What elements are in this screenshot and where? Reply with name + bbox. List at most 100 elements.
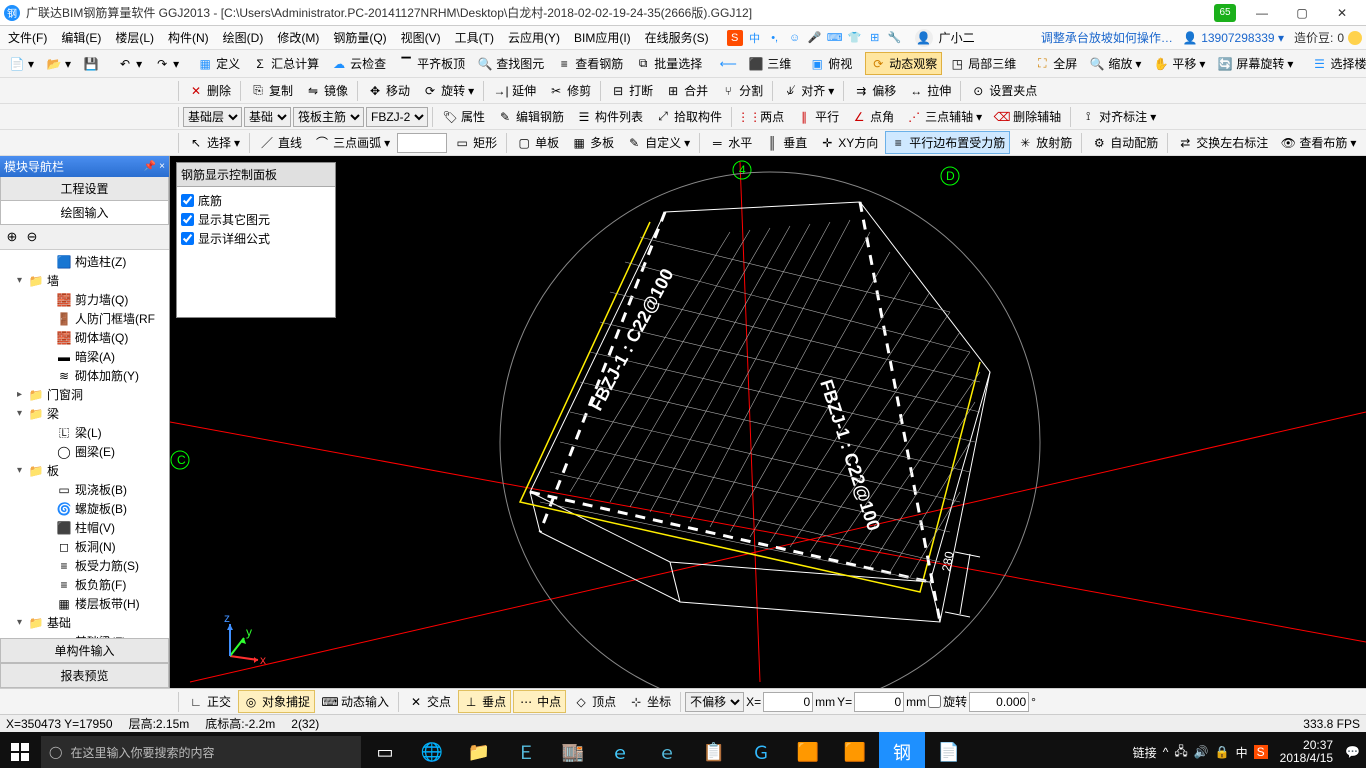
tree-node[interactable]: ▸📁门窗洞 bbox=[0, 385, 169, 404]
stretch-button[interactable]: ↔拉伸 bbox=[903, 79, 956, 102]
component-list-button[interactable]: ☰构件列表 bbox=[571, 105, 648, 128]
batch-select-button[interactable]: ⧉批量选择 bbox=[630, 52, 707, 75]
ime-icon-smile[interactable]: ☺ bbox=[787, 30, 803, 46]
phone-number[interactable]: 👤 13907298339 ▾ bbox=[1183, 31, 1284, 45]
view-layout-button[interactable]: 👁查看布筋▾ bbox=[1275, 131, 1361, 154]
menu-view[interactable]: 视图(V) bbox=[397, 29, 445, 46]
del-aux-button[interactable]: ⌫删除辅轴 bbox=[989, 105, 1066, 128]
auto-rebar-button[interactable]: ⚙自动配筋 bbox=[1086, 131, 1163, 154]
midpoint-button[interactable]: ⋯中点 bbox=[513, 690, 566, 713]
three-aux-button[interactable]: ⋰三点辅轴▾ bbox=[901, 105, 987, 128]
menu-bim[interactable]: BIM应用(I) bbox=[570, 29, 635, 46]
ime-icon-mic[interactable]: 🎤 bbox=[807, 30, 823, 46]
plat-button[interactable]: ▔平齐板顶 bbox=[393, 52, 470, 75]
task-app-active[interactable]: 钢 bbox=[879, 732, 925, 768]
taskbar-search[interactable]: ◯ 在这里输入你要搜索的内容 bbox=[41, 736, 361, 768]
tree-node[interactable]: ≡板受力筋(S) bbox=[0, 556, 169, 575]
y-input[interactable] bbox=[854, 692, 904, 712]
threeD-button[interactable]: ⬛三维 bbox=[743, 52, 796, 75]
tree-node[interactable]: ◯圈梁(E) bbox=[0, 442, 169, 461]
notify-badge[interactable]: 65 bbox=[1214, 4, 1236, 22]
tree-node[interactable]: 🌀螺旋板(B) bbox=[0, 499, 169, 518]
tree-node[interactable]: ▦楼层板带(H) bbox=[0, 594, 169, 613]
custom-button[interactable]: ✎自定义▾ bbox=[621, 131, 695, 154]
tab-project-setting[interactable]: 工程设置 bbox=[0, 177, 169, 201]
zoom-button[interactable]: 🔍缩放▾ bbox=[1084, 52, 1146, 75]
close-button[interactable]: ✕ bbox=[1322, 2, 1362, 24]
menu-cloud[interactable]: 云应用(Y) bbox=[504, 29, 564, 46]
coordinate-button[interactable]: ⊹坐标 bbox=[623, 690, 676, 713]
tree-node[interactable]: ≋砌体加筋(Y) bbox=[0, 366, 169, 385]
tree-node[interactable]: 🇱梁(L) bbox=[0, 423, 169, 442]
define-button[interactable]: ▦定义 bbox=[192, 52, 245, 75]
tree-node[interactable]: 🟦构造柱(Z) bbox=[0, 252, 169, 271]
tree-node[interactable]: 🧱砌体墙(Q) bbox=[0, 328, 169, 347]
ime-icon-s[interactable]: S bbox=[727, 30, 743, 46]
point-angle-button[interactable]: ∠点角 bbox=[846, 105, 899, 128]
undo-button[interactable]: ↶▾ bbox=[112, 53, 147, 75]
ime-icon-cn[interactable]: 中 bbox=[747, 30, 763, 46]
tree-expand-icon[interactable]: ⊕ bbox=[4, 229, 20, 245]
open-button[interactable]: 📂▾ bbox=[41, 53, 76, 75]
tree-node[interactable]: ▾📁板 bbox=[0, 461, 169, 480]
task-app-5[interactable]: ｅ bbox=[597, 732, 643, 768]
offset-button[interactable]: ⇉偏移 bbox=[848, 79, 901, 102]
pin-icon[interactable]: 📌 × bbox=[144, 161, 165, 172]
rotate-input[interactable] bbox=[969, 692, 1029, 712]
horiz-button[interactable]: ═水平 bbox=[704, 131, 757, 154]
avatar-icon[interactable]: 👤 bbox=[915, 29, 933, 47]
type-select[interactable]: 筏板主筋 bbox=[293, 107, 364, 127]
swap-button[interactable]: ⇄交换左右标注 bbox=[1172, 131, 1273, 154]
tray-link[interactable]: 链接 bbox=[1133, 744, 1157, 761]
task-app-8[interactable]: Ｇ bbox=[738, 732, 784, 768]
chk-show-other[interactable]: 显示其它图元 bbox=[181, 210, 331, 229]
edit-rebar-button[interactable]: ✎编辑钢筋 bbox=[492, 105, 569, 128]
draw-input[interactable] bbox=[397, 133, 447, 153]
ime-icon-box[interactable]: ⊞ bbox=[867, 30, 883, 46]
ime-icon-skin[interactable]: 👕 bbox=[847, 30, 863, 46]
menu-file[interactable]: 文件(F) bbox=[4, 29, 51, 46]
task-app-3[interactable]: Ｅ bbox=[503, 732, 549, 768]
attribute-button[interactable]: 🏷属性 bbox=[437, 105, 490, 128]
ime-icon-tool[interactable]: 🔧 bbox=[887, 30, 903, 46]
tree-node[interactable]: 🧱剪力墙(Q) bbox=[0, 290, 169, 309]
local-3d-button[interactable]: ◳局部三维 bbox=[944, 52, 1021, 75]
task-app-10[interactable]: 🟧 bbox=[832, 732, 878, 768]
ime-icon-keyboard[interactable]: ⌨ bbox=[827, 30, 843, 46]
nav-tree[interactable]: 🟦构造柱(Z)▾📁墙🧱剪力墙(Q)🚪人防门框墙(RF🧱砌体墙(Q)▬暗梁(A)≋… bbox=[0, 250, 169, 638]
select-button[interactable]: ↖选择▾ bbox=[183, 131, 245, 154]
tree-node[interactable]: 🚪人防门框墙(RF bbox=[0, 309, 169, 328]
tray-sogou-icon[interactable]: S bbox=[1254, 745, 1268, 759]
task-app-7[interactable]: 📋 bbox=[691, 732, 737, 768]
back-button[interactable]: ⟵ bbox=[715, 53, 741, 75]
split-button[interactable]: ⑂分割 bbox=[715, 79, 768, 102]
multi-board-button[interactable]: ▦多板 bbox=[566, 131, 619, 154]
menu-online[interactable]: 在线服务(S) bbox=[641, 29, 713, 46]
tree-node[interactable]: ⬛柱帽(V) bbox=[0, 518, 169, 537]
task-app-4[interactable]: 🏬 bbox=[550, 732, 596, 768]
beans-counter[interactable]: 造价豆:0 bbox=[1294, 29, 1362, 46]
pick-component-button[interactable]: ⤢拾取构件 bbox=[650, 105, 727, 128]
parallel-edge-button[interactable]: ≡平行边布置受力筋 bbox=[885, 131, 1010, 154]
perpendicular-button[interactable]: ⊥垂点 bbox=[458, 690, 511, 713]
help-link[interactable]: 调整承台放坡如何操作… bbox=[1041, 29, 1173, 46]
menu-modify[interactable]: 修改(M) bbox=[273, 29, 323, 46]
x-input[interactable] bbox=[763, 692, 813, 712]
layer-select[interactable]: 基础层 bbox=[183, 107, 242, 127]
ime-icon-punct[interactable]: •, bbox=[767, 30, 783, 46]
start-button[interactable] bbox=[0, 732, 40, 768]
task-app-1[interactable]: 🌐 bbox=[409, 732, 455, 768]
view-rebar-button[interactable]: ≡查看钢筋 bbox=[551, 52, 628, 75]
rebar-display-panel[interactable]: 钢筋显示控制面板 底筋 显示其它图元 显示详细公式 bbox=[176, 162, 336, 318]
chk-show-formula[interactable]: 显示详细公式 bbox=[181, 229, 331, 248]
tree-node[interactable]: ▾📁梁 bbox=[0, 404, 169, 423]
menu-edit[interactable]: 编辑(E) bbox=[57, 29, 105, 46]
task-app-2[interactable]: 📁 bbox=[456, 732, 502, 768]
tray-up-icon[interactable]: ^ bbox=[1163, 745, 1169, 759]
maximize-button[interactable]: ▢ bbox=[1282, 2, 1322, 24]
cloud-check-button[interactable]: ☁云检查 bbox=[326, 52, 391, 75]
tree-node[interactable]: ▾📁基础 bbox=[0, 613, 169, 632]
setpoint-button[interactable]: ⊙设置夹点 bbox=[965, 79, 1042, 102]
ortho-button[interactable]: ∟正交 bbox=[183, 690, 236, 713]
trim-button[interactable]: ✂修剪 bbox=[543, 79, 596, 102]
